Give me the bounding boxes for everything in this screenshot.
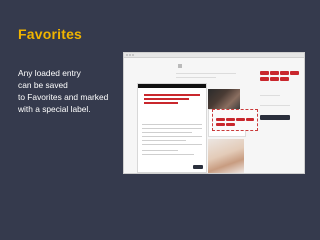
article-text-line: [142, 150, 178, 151]
article-text-line: [142, 132, 192, 133]
article-text-line: [142, 128, 202, 129]
feed-header: [178, 63, 236, 69]
article-preview: [137, 83, 207, 173]
slide-description: Any loaded entry can be saved to Favorit…: [18, 67, 122, 115]
article-text-line: [142, 144, 202, 145]
article-text-line: [142, 136, 202, 137]
sidebar-label-tag[interactable]: [280, 77, 289, 81]
sidebar-label-tag[interactable]: [260, 71, 269, 75]
window-titlebar: [124, 53, 304, 58]
sidebar-line: [260, 105, 290, 106]
sidebar-label-tag[interactable]: [270, 71, 279, 75]
sidebar-line: [260, 95, 280, 96]
feed-line: [176, 73, 236, 74]
sidebar-label-tag[interactable]: [260, 77, 269, 81]
label-tag[interactable]: [216, 118, 225, 121]
sidebar-action-button[interactable]: [260, 115, 290, 120]
sidebar-label-tag[interactable]: [280, 71, 289, 75]
label-tag[interactable]: [226, 123, 235, 126]
label-tag[interactable]: [246, 118, 254, 121]
label-tag[interactable]: [216, 123, 225, 126]
article-action-button[interactable]: [193, 165, 203, 169]
article-text-line: [142, 140, 186, 141]
entry-image: [208, 89, 240, 109]
article-banner: [144, 92, 200, 116]
description-line: Any loaded entry: [18, 68, 81, 78]
article-header-bar: [138, 84, 206, 88]
label-tag[interactable]: [226, 118, 235, 121]
description-line: can be saved: [18, 80, 68, 90]
favorites-label-popup[interactable]: [212, 109, 258, 131]
feed-icon: [178, 64, 182, 69]
feed-line: [176, 77, 216, 78]
sidebar-label-tag[interactable]: [290, 71, 299, 75]
slide-title: Favorites: [18, 26, 83, 42]
article-text-line: [142, 124, 202, 125]
description-line: with a special label.: [18, 104, 91, 114]
favorites-sidebar: [260, 65, 302, 169]
app-screenshot: [123, 52, 305, 174]
label-tag[interactable]: [236, 118, 245, 121]
article-text-line: [142, 154, 194, 155]
entry-image: [208, 139, 244, 173]
sidebar-label-tag[interactable]: [270, 77, 279, 81]
description-line: to Favorites and marked: [18, 92, 109, 102]
